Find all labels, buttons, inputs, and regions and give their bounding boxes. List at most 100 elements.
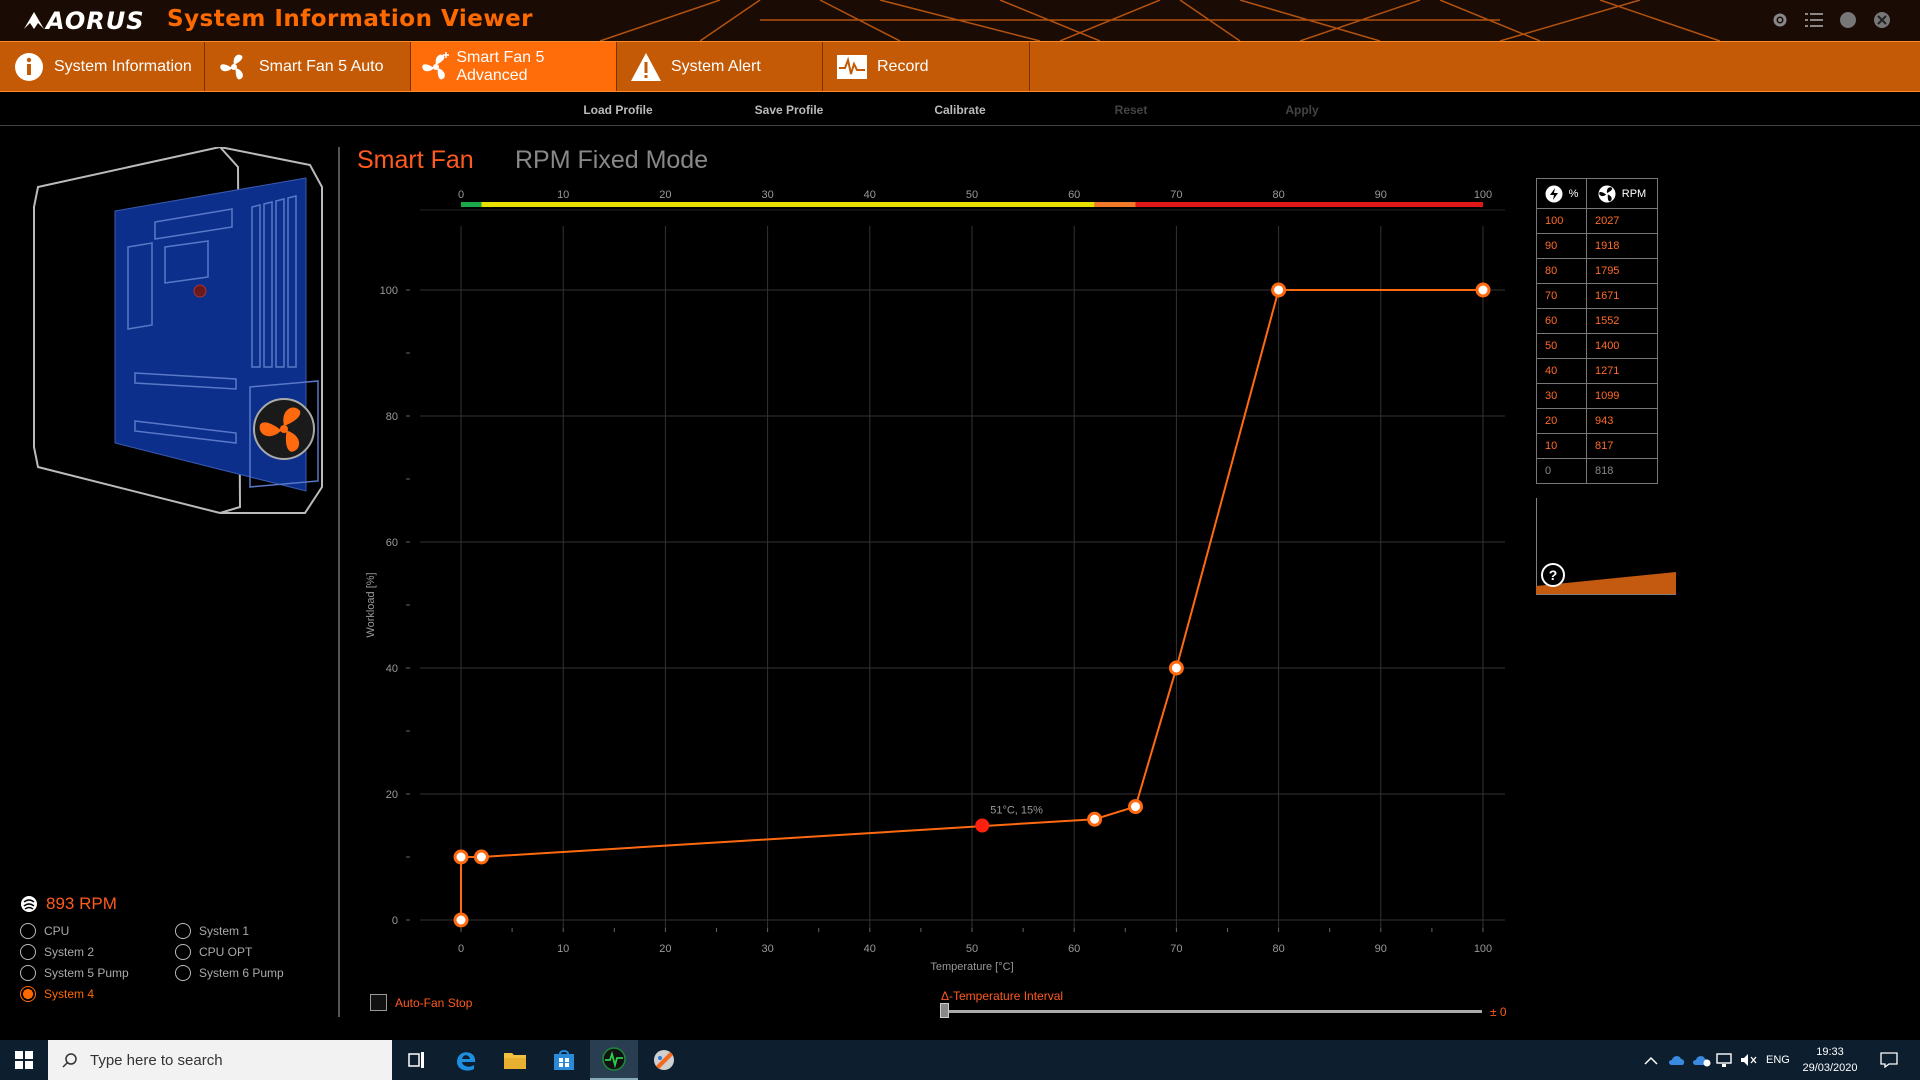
pc-case-illustration [33,147,323,514]
rpm-table-row: 70 1671 [1536,283,1659,309]
x-tick-label: 10 [557,943,569,955]
auto-fan-stop-toggle[interactable]: Auto-Fan Stop [370,994,472,1011]
curve-point-handle[interactable] [473,849,489,865]
power-bolt-icon [1545,185,1563,202]
task-view-icon[interactable] [392,1040,440,1080]
tab-record[interactable]: Record [823,42,1030,91]
fan-select-system-6-pump[interactable]: System 6 Pump [175,965,284,981]
auto-fan-stop-checkbox[interactable] [370,994,387,1011]
rpm-table-row: 20 943 [1536,408,1659,434]
fan-select-cpu-opt[interactable]: CPU OPT [175,944,252,960]
curve-point-handle[interactable] [1128,799,1144,815]
fan-curve-chart[interactable]: 0 10 20 30 40 50 60 70 80 90 100 0 10 20 30 40 50 60 70 80… [340,180,1510,980]
list-menu-icon[interactable] [1804,10,1824,30]
edge-browser-icon[interactable] [442,1040,490,1080]
fan-label: System 5 Pump [44,966,129,980]
settings-gear-icon[interactable] [1770,10,1790,30]
onedrive-sync-icon[interactable] [1692,1040,1712,1080]
x-tick-label: 20 [659,943,671,955]
top-tick-label: 70 [1170,189,1182,201]
rpm-value: 893 RPM [46,894,117,913]
calibrate-button[interactable]: Calibrate [900,103,1020,117]
network-icon[interactable] [1716,1040,1734,1080]
aorus-eagle-icon [24,12,44,29]
app-paint-icon[interactable] [640,1040,688,1080]
radio-button[interactable] [175,944,191,960]
tab-system-alert[interactable]: System Alert [617,42,823,91]
tab-smart-fan-auto[interactable]: Smart Fan 5 Auto [205,42,411,91]
curve-point-handle[interactable] [1271,282,1287,298]
tab-smart-fan-advanced[interactable]: Smart Fan 5 Advanced [411,42,617,91]
file-explorer-icon[interactable] [491,1040,539,1080]
record-icon [835,50,869,84]
percent-cell: 0 [1536,458,1587,484]
percent-cell: 100 [1536,208,1587,234]
system-information-viewer-taskbar-icon[interactable] [590,1040,638,1080]
percent-cell: 80 [1536,258,1587,284]
svg-text:?: ? [1549,567,1558,583]
fan-select-system-4[interactable]: System 4 [20,986,94,1002]
store-icon[interactable] [540,1040,588,1080]
delta-temperature-slider[interactable] [944,1010,1482,1013]
radio-button[interactable] [175,965,191,981]
fan-icon [217,50,251,84]
fan-label: CPU OPT [199,945,253,959]
x-tick-label: 40 [864,943,876,955]
x-tick-label: 80 [1272,943,1284,955]
x-tick-label: 50 [966,943,978,955]
app-title: System Information Viewer [167,6,534,32]
curve-point-handle[interactable] [1475,282,1491,298]
fan-select-system-5-pump[interactable]: System 5 Pump [20,965,129,981]
close-icon[interactable] [1872,10,1892,30]
tab-label: System Alert [671,57,761,75]
fan-label: System 2 [44,945,95,959]
radio-button[interactable] [20,944,36,960]
tab-label: Smart Fan 5 Advanced [456,48,545,84]
y-tick-label: 40 [386,663,398,675]
rpm-cell: 1918 [1585,233,1659,259]
radio-button[interactable] [175,923,191,939]
radio-button[interactable] [20,923,36,939]
search-icon [62,1053,77,1068]
fan-select-system-2[interactable]: System 2 [20,944,94,960]
windows-logo-icon [15,1051,33,1069]
tab-system-information[interactable]: System Information [0,42,205,91]
rpm-cell: 817 [1585,433,1659,459]
curve-point-handle[interactable] [1168,660,1184,676]
taskbar-clock[interactable]: 19:33 29/03/2020 [1788,1044,1872,1076]
windows-start-button[interactable] [0,1040,48,1080]
info-icon [12,50,46,84]
onedrive-cloud-icon[interactable] [1668,1040,1686,1080]
top-tick-label: 20 [659,189,671,201]
language-indicator[interactable]: ENG [1766,1040,1790,1080]
action-center-icon[interactable] [1880,1040,1898,1080]
minimize-icon[interactable] [1838,10,1858,30]
radio-button-selected[interactable] [20,986,36,1002]
y-tick-label: 80 [386,411,398,423]
top-tick-label: 80 [1272,189,1284,201]
show-hidden-icons-chevron[interactable] [1644,1040,1658,1080]
save-profile-button[interactable]: Save Profile [729,103,849,117]
search-placeholder: Type here to search [90,1051,223,1069]
delta-temperature-slider-handle[interactable] [940,1003,949,1018]
y-axis-label: Workload [%] [365,572,377,637]
apply-button[interactable]: Apply [1242,103,1362,117]
rpm-table-row: 30 1099 [1536,383,1659,409]
percent-cell: 90 [1536,233,1587,259]
reset-button[interactable]: Reset [1071,103,1191,117]
curve-point-handle[interactable] [453,912,469,928]
smart-fan-mode-tab[interactable]: Smart Fan [357,146,474,175]
current-operating-point: 51°C, 15% [975,805,1043,833]
load-profile-button[interactable]: Load Profile [558,103,678,117]
volume-muted-icon[interactable] [1740,1040,1758,1080]
fan-select-cpu[interactable]: CPU [20,923,69,939]
radio-button[interactable] [20,965,36,981]
rpm-header: RPM [1585,178,1659,209]
fan-advanced-icon [419,50,452,84]
x-tick-labels: 0 10 20 30 40 50 60 70 80 90 100 [458,943,1492,955]
taskbar-search-box[interactable]: Type here to search [48,1040,392,1080]
curve-point-handle[interactable] [453,849,469,865]
rpm-fixed-mode-tab[interactable]: RPM Fixed Mode [515,146,708,175]
curve-point-handle[interactable] [1087,811,1103,827]
fan-select-system-1[interactable]: System 1 [175,923,249,939]
